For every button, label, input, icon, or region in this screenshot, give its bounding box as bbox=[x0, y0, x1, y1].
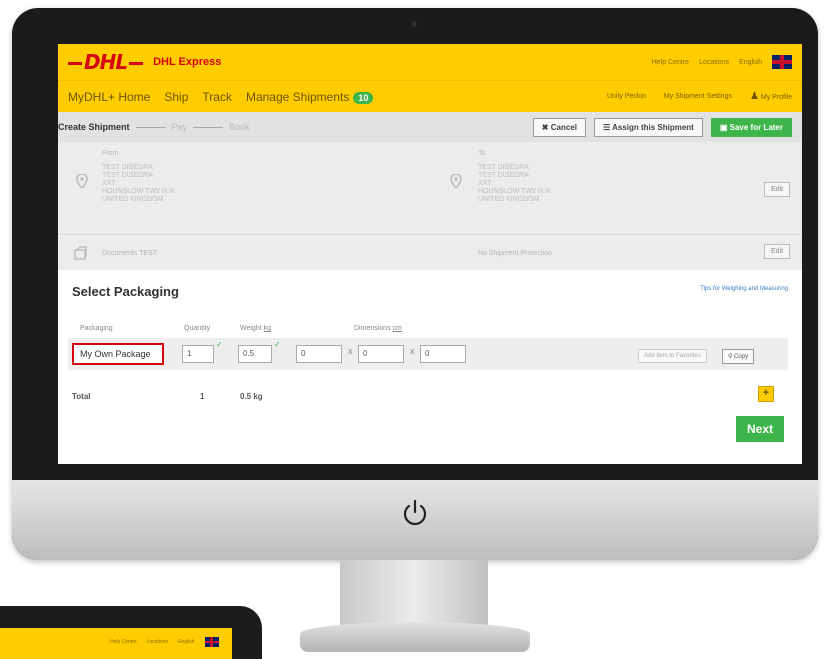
quantity-input[interactable]: 1 bbox=[182, 345, 214, 363]
language-link[interactable]: English bbox=[178, 639, 194, 645]
second-header-links: Help Centre Locations English bbox=[110, 637, 219, 647]
monitor-screen: DHL DHL Express Help Centre Locations En… bbox=[58, 44, 802, 464]
quantity-check-icon: ✓ bbox=[216, 340, 223, 349]
imac-monitor: DHL DHL Express Help Centre Locations En… bbox=[12, 8, 818, 560]
address-divider bbox=[58, 234, 802, 235]
location-pin-icon bbox=[450, 174, 462, 188]
weight-header-label: Weight bbox=[240, 325, 262, 332]
dhl-header: DHL DHL Express Help Centre Locations En… bbox=[58, 44, 802, 80]
dimension-separator: X bbox=[348, 349, 353, 356]
cancel-icon: ✖ bbox=[541, 122, 551, 132]
help-centre-link[interactable]: Help Centre bbox=[652, 59, 689, 66]
nav-manage-shipments[interactable]: Manage Shipments 10 bbox=[245, 89, 374, 104]
to-label: To bbox=[478, 150, 486, 157]
user-link[interactable]: Unity Peckin bbox=[607, 93, 646, 100]
profile-link[interactable]: ♟ My Profile bbox=[750, 91, 792, 102]
monitor-stand-base bbox=[300, 622, 530, 652]
nav-home[interactable]: MyDHL+ Home bbox=[68, 90, 150, 104]
total-quantity: 1 bbox=[200, 392, 205, 401]
location-pin-icon bbox=[76, 174, 88, 188]
width-input[interactable]: 0 bbox=[358, 345, 404, 363]
cancel-button-label: Cancel bbox=[550, 122, 577, 132]
stage: DHL DHL Express Help Centre Locations En… bbox=[0, 0, 828, 659]
assign-icon: ☰ bbox=[602, 122, 613, 132]
dhl-logo[interactable]: DHL bbox=[68, 50, 145, 74]
help-centre-link[interactable]: Help Centre bbox=[110, 639, 137, 645]
monitor-stand-neck bbox=[340, 560, 488, 626]
packaging-column-header: Packaging bbox=[80, 325, 113, 332]
camera-dot bbox=[411, 21, 417, 27]
quantity-column-header: Quantity bbox=[184, 325, 211, 332]
locations-link[interactable]: Locations bbox=[699, 59, 729, 66]
save-for-later-button[interactable]: ▣ Save for Later bbox=[710, 117, 792, 137]
tips-link[interactable]: Tips for Weighing and Measuring bbox=[700, 286, 788, 292]
locations-link[interactable]: Locations bbox=[147, 639, 168, 645]
next-button[interactable]: Next bbox=[736, 416, 784, 442]
add-to-favorites-button[interactable]: Add item to Favorites bbox=[638, 349, 707, 363]
main-nav: MyDHL+ Home Ship Track Manage Shipments 1… bbox=[58, 80, 802, 112]
step-pay: Pay bbox=[171, 122, 188, 132]
nav-ship[interactable]: Ship bbox=[164, 90, 188, 104]
select-packaging-section: Select Packaging Tips for Weighing and M… bbox=[58, 270, 802, 464]
total-label: Total bbox=[72, 392, 91, 401]
profile-link-label: My Profile bbox=[760, 94, 792, 101]
package-icon bbox=[74, 246, 87, 260]
weight-check-icon: ✓ bbox=[274, 340, 281, 349]
cancel-button[interactable]: ✖ Cancel bbox=[532, 117, 586, 137]
language-link[interactable]: English bbox=[739, 59, 762, 66]
copy-button-label: Copy bbox=[734, 354, 749, 360]
save-icon: ▣ bbox=[719, 122, 730, 132]
save-button-label: Save for Later bbox=[729, 122, 783, 132]
uk-flag-icon[interactable] bbox=[204, 637, 219, 647]
monitor-chin bbox=[12, 480, 818, 560]
copy-button[interactable]: ⚲ Copy bbox=[722, 349, 755, 364]
header-links: Help Centre Locations English bbox=[652, 55, 792, 69]
assign-button-label: Assign this Shipment bbox=[612, 122, 694, 132]
second-monitor: Help Centre Locations English bbox=[0, 606, 262, 659]
to-address: TEST DISEDRA TEST DISEDRA XXT HOUNSLOW T… bbox=[478, 164, 552, 203]
dimension-separator: X bbox=[410, 349, 415, 356]
packaging-select[interactable]: My Own Package bbox=[72, 343, 164, 365]
shipment-steps-bar: Create Shipment Pay Book ✖ Cancel ☰ Assi… bbox=[58, 112, 802, 142]
nav-manage-label: Manage Shipments bbox=[245, 89, 350, 104]
weight-column-header: Weight kg bbox=[240, 325, 271, 332]
from-label: From bbox=[102, 150, 119, 157]
edit-addresses-button[interactable]: Edit bbox=[764, 182, 791, 197]
dimension-unit[interactable]: cm bbox=[393, 325, 402, 332]
edit-shipment-details-button[interactable]: Edit bbox=[764, 244, 791, 259]
nav-right-links: Unity Peckin My Shipment Settings ♟ My P… bbox=[607, 91, 792, 102]
uk-flag-icon[interactable] bbox=[772, 55, 792, 69]
add-package-button[interactable]: + bbox=[758, 386, 774, 402]
documents-text: Documents TEST bbox=[102, 250, 158, 257]
person-icon: ♟ bbox=[749, 91, 759, 102]
weight-input[interactable]: 0.5 bbox=[238, 345, 272, 363]
total-weight: 0.5 kg bbox=[240, 392, 263, 401]
shipment-actions: ✖ Cancel ☰ Assign this Shipment ▣ Save f… bbox=[532, 117, 792, 137]
height-input[interactable]: 0 bbox=[420, 345, 466, 363]
power-icon bbox=[403, 499, 427, 526]
shipment-settings-link[interactable]: My Shipment Settings bbox=[664, 93, 732, 100]
weight-unit[interactable]: kg bbox=[264, 325, 271, 332]
second-monitor-screen: Help Centre Locations English bbox=[0, 628, 232, 659]
dimensions-header-label: Dimensions bbox=[354, 325, 391, 332]
dimensions-column-header: Dimensions cm bbox=[354, 325, 402, 332]
protection-text: No Shipment Protection bbox=[478, 250, 552, 257]
assign-shipment-button[interactable]: ☰ Assign this Shipment bbox=[593, 117, 703, 137]
from-address: TEST DISEDRA TEST DISEDRA XXT HOUNSLOW T… bbox=[102, 164, 176, 203]
brand-name: DHL Express bbox=[153, 56, 222, 68]
nav-track[interactable]: Track bbox=[202, 90, 232, 104]
step-create-shipment: Create Shipment bbox=[58, 122, 130, 132]
shipments-count-badge: 10 bbox=[353, 91, 374, 104]
length-input[interactable]: 0 bbox=[296, 345, 342, 363]
packaging-title: Select Packaging bbox=[72, 284, 179, 299]
step-book: Book bbox=[229, 122, 250, 132]
address-section: From TEST DISEDRA TEST DISEDRA XXT HOUNS… bbox=[58, 142, 802, 270]
